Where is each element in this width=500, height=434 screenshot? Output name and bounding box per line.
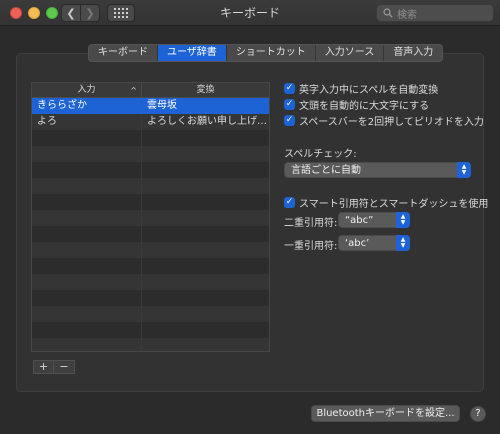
- table-row[interactable]: [32, 290, 269, 306]
- cell-input: [32, 178, 142, 194]
- cell-replace: [142, 130, 269, 146]
- cell-replace: よろしくお願い申し上げま…: [147, 116, 269, 127]
- tab-user-dictionary[interactable]: ユーザ辞書: [158, 45, 227, 61]
- chevron-right-icon: ❯: [85, 6, 95, 20]
- cell-input: [32, 322, 142, 338]
- tab-dictation[interactable]: 音声入力: [384, 45, 442, 61]
- cell-input: [32, 162, 142, 178]
- popup-arrows-icon: ▲ ▼: [396, 212, 410, 228]
- cell-input: [32, 130, 142, 146]
- table-row[interactable]: [32, 146, 269, 162]
- cell-input: [32, 306, 142, 322]
- cell-input: [32, 338, 142, 351]
- setup-bluetooth-keyboard-button[interactable]: Bluetoothキーボードを設定...: [311, 405, 460, 422]
- cell-replace: [142, 162, 269, 178]
- double-quote-label: 二重引用符:: [284, 218, 338, 229]
- checkbox-checked-icon[interactable]: ✓: [284, 83, 295, 94]
- grid-icon: [114, 8, 128, 18]
- column-header-replace[interactable]: 変換: [142, 83, 269, 97]
- single-quote-label: 一重引用符:: [284, 241, 338, 252]
- back-button[interactable]: ❮: [61, 4, 81, 22]
- search-field[interactable]: 検索: [376, 4, 494, 22]
- cell-replace: [142, 178, 269, 194]
- tab-input-sources[interactable]: 入力ソース: [316, 45, 385, 61]
- chevron-left-icon: ❮: [66, 6, 76, 20]
- forward-button[interactable]: ❯: [80, 4, 100, 22]
- tab-bar: キーボード ユーザ辞書 ショートカット 入力ソース 音声入力: [88, 44, 444, 62]
- cell-replace: [142, 290, 269, 306]
- zoom-window-button[interactable]: [46, 7, 58, 19]
- table-row[interactable]: [32, 226, 269, 242]
- cell-input: よろ: [32, 114, 142, 130]
- checkbox-checked-icon[interactable]: ✓: [284, 99, 295, 110]
- popup-arrows-icon: ▲ ▼: [396, 235, 410, 251]
- search-placeholder: 検索: [397, 9, 417, 21]
- table-row[interactable]: [32, 338, 269, 351]
- table-row[interactable]: [32, 194, 269, 210]
- table-row[interactable]: [32, 306, 269, 322]
- double-space-period-option[interactable]: ✓ スペースバーを2回押してピリオドを入力: [284, 113, 484, 128]
- smart-quotes-option[interactable]: ✓ スマート引用符とスマートダッシュを使用: [284, 195, 488, 210]
- cell-input: きららざか: [32, 98, 142, 114]
- table-row[interactable]: きららざか 雲母坂: [32, 98, 269, 114]
- cell-input: [32, 226, 142, 242]
- table-row[interactable]: よろ よろしくお願い申し上げま…: [32, 114, 269, 130]
- tab-keyboard[interactable]: キーボード: [89, 45, 158, 61]
- checkbox-checked-icon[interactable]: ✓: [284, 197, 295, 208]
- cell-input: [32, 242, 142, 258]
- cell-input: [32, 194, 142, 210]
- cell-replace: [142, 322, 269, 338]
- cell-input: [32, 290, 142, 306]
- table-header: 入力 ^ 変換: [32, 83, 269, 98]
- popup-arrows-icon: ▲ ▼: [457, 162, 471, 178]
- cell-replace: [142, 210, 269, 226]
- cell-input: [32, 258, 142, 274]
- minimize-window-button[interactable]: [28, 7, 40, 19]
- spell-check-popup[interactable]: 言語ごとに自動 ▲ ▼: [284, 162, 471, 178]
- cell-replace: [142, 274, 269, 290]
- table-row[interactable]: [32, 162, 269, 178]
- column-header-input[interactable]: 入力 ^: [32, 83, 142, 97]
- checkbox-checked-icon[interactable]: ✓: [284, 115, 295, 126]
- table-row[interactable]: [32, 178, 269, 194]
- single-quote-popup[interactable]: ‘abc’ ▲ ▼: [338, 235, 410, 251]
- title-bar: ❮ ❯ キーボード 検索: [0, 0, 500, 26]
- add-entry-button[interactable]: +: [34, 361, 54, 373]
- table-row[interactable]: [32, 242, 269, 258]
- cell-replace: [142, 226, 269, 242]
- help-button[interactable]: ?: [470, 406, 486, 422]
- tab-shortcuts[interactable]: ショートカット: [227, 45, 316, 61]
- table-row[interactable]: [32, 322, 269, 338]
- close-window-button[interactable]: [10, 7, 22, 19]
- add-remove-control: + −: [33, 360, 75, 374]
- cell-input: [32, 274, 142, 290]
- cell-input: [32, 210, 142, 226]
- auto-capitalize-option[interactable]: ✓ 文頭を自動的に大文字にする: [284, 97, 429, 112]
- search-icon: [383, 8, 393, 18]
- table-row[interactable]: [32, 258, 269, 274]
- double-quote-popup[interactable]: “abc” ▲ ▼: [338, 212, 410, 228]
- table-row[interactable]: [32, 210, 269, 226]
- cell-replace: [142, 338, 269, 351]
- cell-replace: 雲母坂: [147, 100, 177, 111]
- table-row[interactable]: [32, 130, 269, 146]
- spell-check-label: スペルチェック:: [284, 149, 357, 160]
- spell-correct-option[interactable]: ✓ 英字入力中にスペルを自動変換: [284, 81, 438, 96]
- table-row[interactable]: [32, 274, 269, 290]
- cell-replace: [142, 242, 269, 258]
- show-all-button[interactable]: [107, 4, 135, 22]
- table-body: きららざか 雲母坂 よろ よろしくお願い申し上げま…: [32, 98, 269, 351]
- sort-ascending-icon: ^: [130, 86, 137, 95]
- cell-replace: [142, 146, 269, 162]
- cell-input: [32, 146, 142, 162]
- cell-replace: [142, 194, 269, 210]
- cell-replace: [142, 306, 269, 322]
- dictionary-table[interactable]: 入力 ^ 変換 きららざか 雲母坂 よろ よろしくお願い申し上げま…: [31, 82, 270, 352]
- cell-replace: [142, 258, 269, 274]
- remove-entry-button[interactable]: −: [54, 361, 74, 373]
